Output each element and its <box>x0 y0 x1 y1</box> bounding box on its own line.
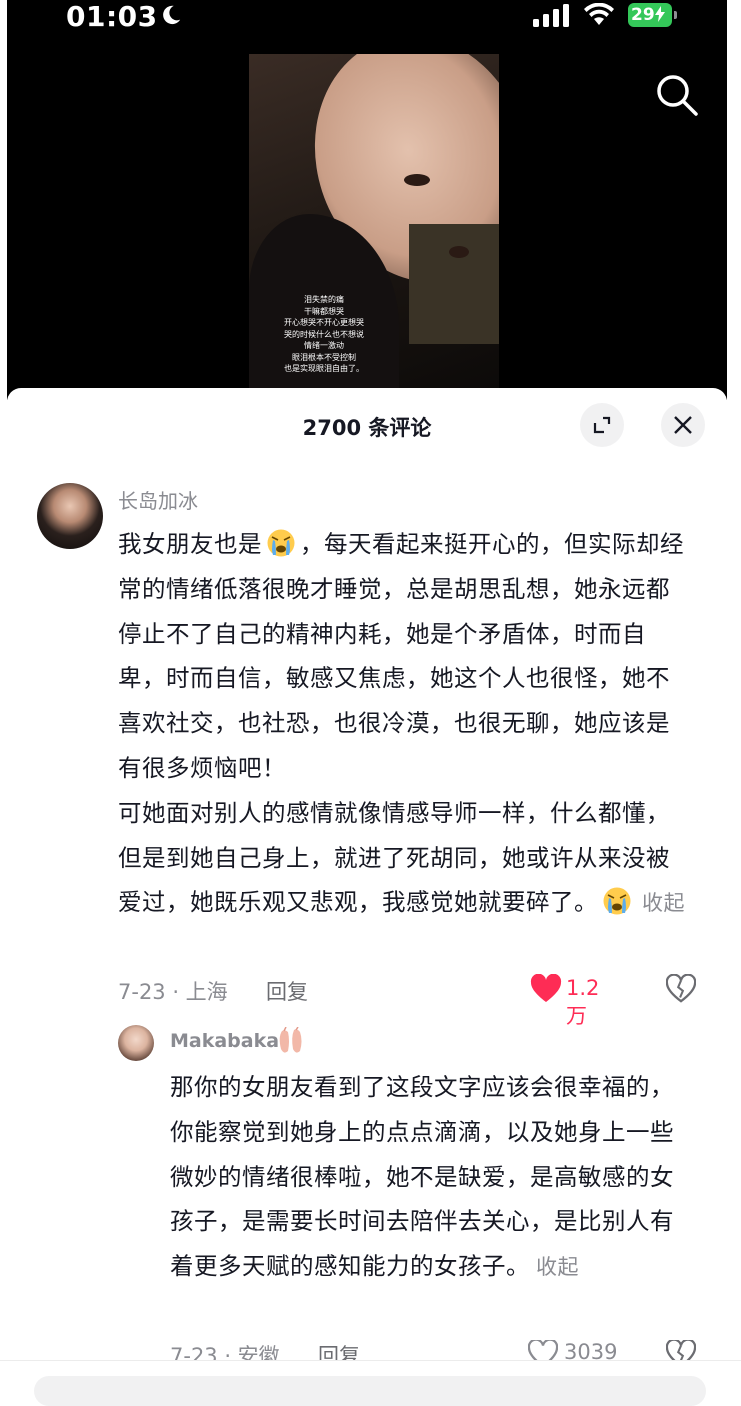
wifi-icon <box>584 3 614 25</box>
video-player[interactable]: 泪失禁的痛 干嘛都想哭 开心想哭不开心更想哭 哭的时候什么也不想说 情绪一激动 … <box>7 0 727 400</box>
comment-input-bar[interactable] <box>34 1376 706 1406</box>
video-eye <box>449 246 469 258</box>
crying-emoji-icon <box>267 529 295 557</box>
comment-date-location: 7-23 · 上海 <box>118 980 228 1004</box>
battery-tip <box>674 11 677 19</box>
reply-button[interactable]: 回复 <box>266 976 308 1006</box>
charging-icon <box>654 6 665 22</box>
video-eye <box>404 174 430 186</box>
reply-username[interactable]: Makabaka <box>170 1030 279 1052</box>
signal-icon <box>533 4 569 27</box>
status-time: 01:03 <box>66 0 158 33</box>
collapse-link[interactable]: 收起 <box>642 891 685 915</box>
moon-icon <box>163 5 181 25</box>
broken-heart-icon[interactable] <box>666 974 696 1004</box>
caption-line: 哭的时候什么也不想说 <box>284 329 364 339</box>
reply-text: 那你的女朋友看到了这段文字应该会很幸福的，你能察觉到她身上的点点滴滴，以及她身上… <box>170 1073 674 1281</box>
reply-body: 那你的女朋友看到了这段文字应该会很幸福的，你能察觉到她身上的点点滴滴，以及她身上… <box>170 1065 695 1290</box>
heart-filled-icon <box>530 973 562 1002</box>
ballet-shoes-icon <box>279 1027 302 1053</box>
caption-line: 开心想哭不开心更想哭 <box>284 318 364 327</box>
comment-text-part: ，每天看起来挺开心的，但实际却经常的情绪低落很晚才睡觉，总是胡思乱想，她永远都停… <box>118 530 684 782</box>
caption-line: 眼泪根本不受控制 <box>292 352 356 362</box>
expand-button[interactable] <box>580 403 624 447</box>
like-count: 1.2万 <box>566 976 600 1028</box>
caption-line: 情绪一激动 <box>304 341 344 350</box>
expand-icon <box>593 416 611 434</box>
search-icon[interactable] <box>654 72 700 118</box>
battery-indicator: 29 <box>628 3 672 27</box>
comment-username[interactable]: 长岛加冰 <box>118 485 198 514</box>
like-button[interactable]: 1.2万 <box>530 973 599 1028</box>
video-background <box>409 224 499 344</box>
avatar[interactable] <box>37 483 103 549</box>
collapse-link[interactable]: 收起 <box>536 1255 579 1279</box>
crying-emoji-icon <box>603 887 631 915</box>
reply-avatar[interactable] <box>118 1025 154 1061</box>
video-frame[interactable]: 泪失禁的痛 干嘛都想哭 开心想哭不开心更想哭 哭的时候什么也不想说 情绪一激动 … <box>249 54 499 390</box>
comment-body: 我女朋友也是 ，每天看起来挺开心的，但实际却经常的情绪低落很晚才睡觉，总是胡思乱… <box>118 522 693 926</box>
caption-line: 泪失禁的痛 <box>304 295 344 304</box>
battery-level: 29 <box>631 5 655 25</box>
comment-text-part: 可她面对别人的感情就像情感导师一样，什么都懂，但是到她自己身上，就进了死胡同，她… <box>118 798 670 917</box>
close-icon <box>674 416 692 434</box>
close-button[interactable] <box>661 403 705 447</box>
video-caption: 泪失禁的痛 干嘛都想哭 开心想哭不开心更想哭 哭的时候什么也不想说 情绪一激动 … <box>249 294 399 375</box>
status-bar: 01:03 29 <box>0 0 741 36</box>
caption-line: 也是实现眼泪自由了。 <box>284 364 364 373</box>
caption-line: 干嘛都想哭 <box>304 306 344 316</box>
comment-text-part: 我女朋友也是 <box>118 530 262 558</box>
